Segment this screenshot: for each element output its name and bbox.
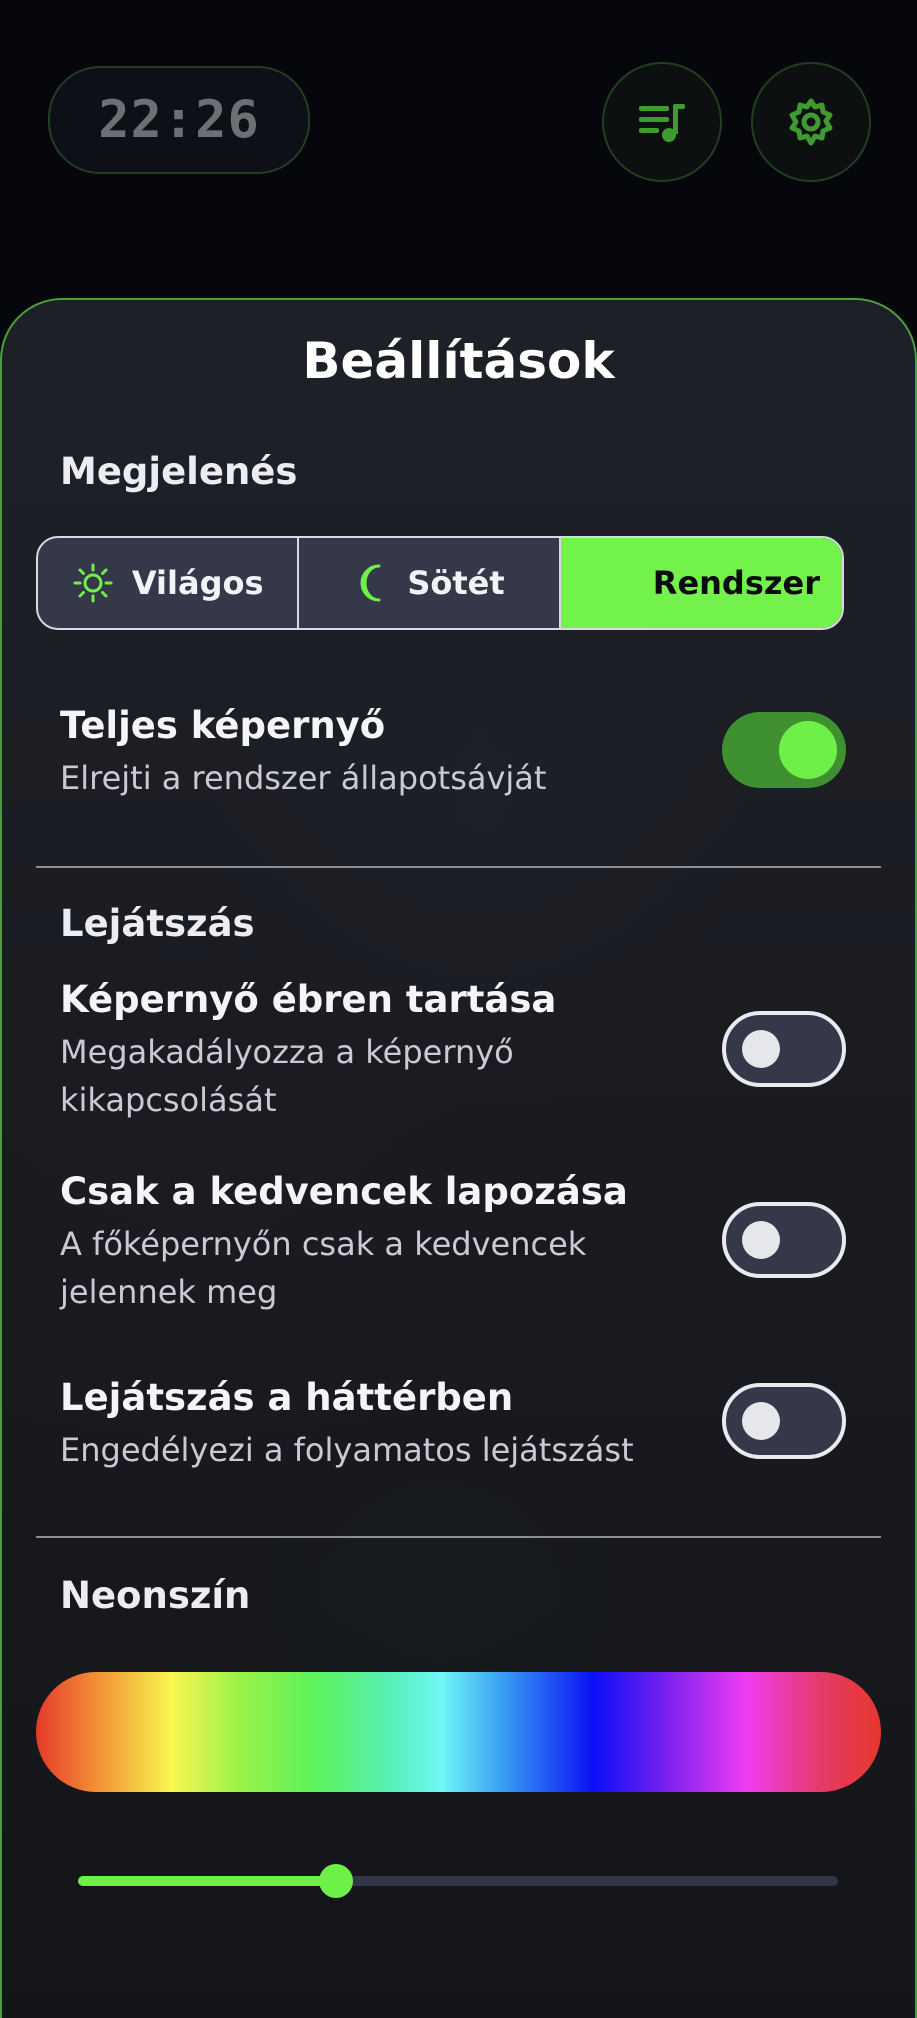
background-playback-toggle[interactable] (722, 1383, 846, 1459)
neon-color-spectrum[interactable] (36, 1672, 881, 1792)
neon-color-section-label: Neonszín (60, 1574, 251, 1617)
theme-option-system-label: Rendszer (652, 564, 820, 602)
theme-option-system[interactable]: Rendszer (558, 538, 842, 628)
neon-slider-track[interactable] (78, 1864, 838, 1898)
background-playback-title: Lejátszás a háttérben (60, 1376, 514, 1419)
gear-icon (789, 98, 833, 146)
moon-icon (360, 564, 381, 602)
theme-selector: Világos Sötét Rendszer (36, 536, 844, 630)
keep-awake-description: Megakadályozza a képernyő kikapcsolását (60, 1033, 514, 1119)
keep-awake-toggle[interactable] (722, 1011, 846, 1087)
toggle-knob (742, 1402, 780, 1440)
neon-slider-fill (78, 1876, 337, 1886)
sun-icon (73, 563, 113, 603)
fullscreen-title: Teljes képernyő (60, 704, 386, 747)
clock-display: 22:26 (48, 66, 310, 174)
toggle-knob (742, 1221, 780, 1259)
playback-section-label: Lejátszás (60, 902, 255, 945)
playlist-music-icon (639, 104, 685, 142)
fullscreen-toggle[interactable] (722, 712, 846, 788)
theme-option-dark-label: Sötét (407, 564, 505, 602)
favorites-only-title: Csak a kedvencek lapozása (60, 1170, 628, 1213)
background-playback-description: Engedélyezi a folyamatos lejátszást (60, 1431, 634, 1469)
theme-option-light[interactable]: Világos (38, 538, 297, 628)
section-divider (36, 866, 881, 868)
settings-title: Beállítások (302, 332, 615, 390)
favorites-only-toggle[interactable] (722, 1202, 846, 1278)
toggle-knob (742, 1030, 780, 1068)
section-divider (36, 1536, 881, 1538)
playlist-button[interactable] (602, 62, 722, 182)
fullscreen-description: Elrejti a rendszer állapotsávját (60, 759, 547, 797)
theme-option-light-label: Világos (131, 564, 264, 602)
favorites-only-description: A főképernyőn csak a kedvencek jelennek … (60, 1225, 587, 1311)
theme-option-dark[interactable]: Sötét (297, 538, 558, 628)
settings-button[interactable] (751, 62, 871, 182)
keep-awake-title: Képernyő ébren tartása (60, 978, 557, 1021)
appearance-section-label: Megjelenés (60, 450, 298, 493)
toggle-knob (779, 721, 837, 779)
